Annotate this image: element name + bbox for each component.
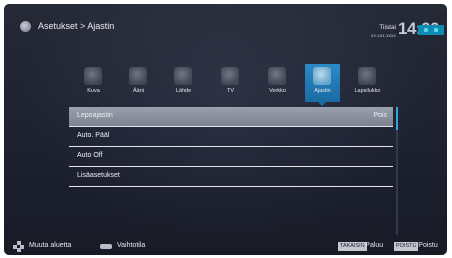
lock-icon	[358, 67, 376, 85]
tv-icon	[221, 67, 239, 85]
tab-kuva[interactable]: Kuva	[76, 64, 111, 102]
settings-menu: Lepoajastin Pois Auto. Pääl Auto Off Lis…	[69, 107, 393, 187]
source-icon	[174, 67, 192, 85]
menu-item-auto-paal[interactable]: Auto. Pääl	[69, 127, 393, 147]
tv-screen: Asetukset > Ajastin Tiistai xx.xxx.xxxx …	[4, 4, 447, 255]
ok-key-icon	[100, 244, 112, 249]
clock-indicator	[418, 25, 444, 35]
tab-label: Kuva	[87, 88, 100, 94]
menu-item-value: Pois	[373, 112, 387, 119]
tab-label: Ajastin	[314, 88, 331, 94]
scrollbar-thumb[interactable]	[396, 107, 398, 130]
tab-lapsilukko[interactable]: Lapsilukko	[350, 64, 385, 102]
hint-navigate: Muuta aluetta	[29, 242, 72, 249]
day-label: Tiistai	[379, 24, 396, 31]
menu-item-label: Lepoajastin	[77, 112, 113, 119]
tab-lahde[interactable]: Lähde	[166, 64, 201, 102]
tab-label: Ääni	[132, 88, 144, 94]
timer-icon	[313, 67, 331, 85]
hint-switch: Vaihtotila	[117, 242, 146, 249]
globe-icon	[268, 67, 286, 85]
tab-aani[interactable]: Ääni	[121, 64, 156, 102]
home-icon	[20, 21, 31, 32]
tab-label: Lapsilukko	[354, 88, 381, 94]
menu-item-label: Auto. Pääl	[77, 132, 110, 139]
menu-item-label: Auto Off	[77, 152, 103, 159]
tab-label: Lähde	[175, 88, 192, 94]
picture-icon	[84, 67, 102, 85]
menu-item-lepoajastin[interactable]: Lepoajastin Pois	[69, 107, 393, 127]
speaker-icon	[129, 67, 147, 85]
tab-label: TV	[226, 88, 235, 94]
tab-tv[interactable]: TV	[213, 64, 248, 102]
tab-ajastin[interactable]: Ajastin	[305, 64, 340, 102]
hint-exit: - Poistu	[414, 242, 438, 249]
menu-item-lisaasetukset[interactable]: Lisäasetukset	[69, 167, 393, 187]
selection-arrow-icon	[318, 102, 326, 106]
tab-verkko[interactable]: Verkko	[260, 64, 295, 102]
category-bar: Kuva Ääni Lähde TV Verkko Ajastin Lapsil…	[74, 64, 399, 102]
date-label: xx.xxx.xxxx	[371, 33, 396, 38]
breadcrumb: Asetukset > Ajastin	[38, 21, 115, 31]
menu-item-auto-off[interactable]: Auto Off	[69, 147, 393, 167]
hint-back: - Paluu	[361, 242, 384, 249]
dpad-icon	[13, 241, 24, 252]
menu-item-label: Lisäasetukset	[77, 172, 120, 179]
footer-hints: Muuta aluetta Vaihtotila TAKAISIN - Palu…	[4, 237, 447, 255]
tab-label: Verkko	[269, 88, 286, 94]
